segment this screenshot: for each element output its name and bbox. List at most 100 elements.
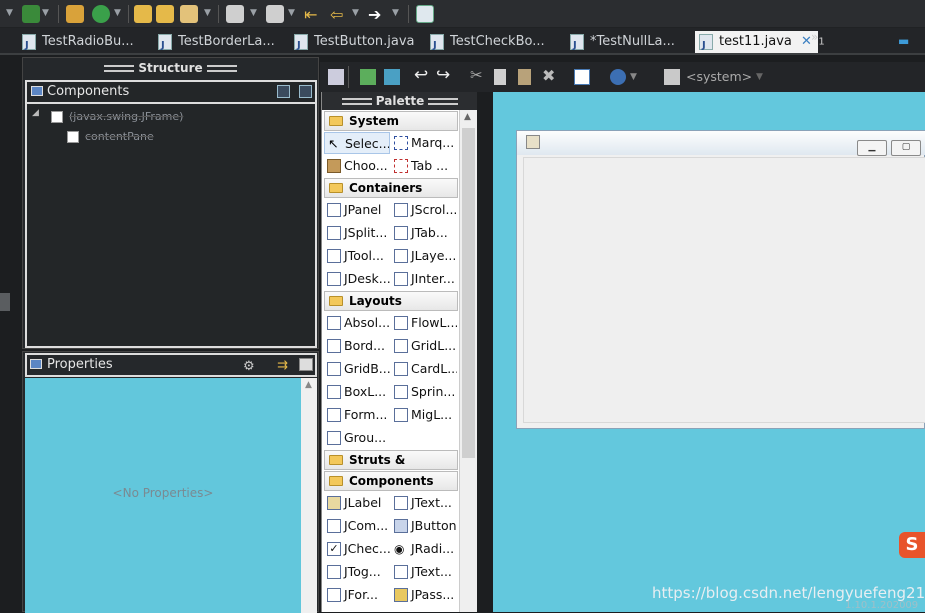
palette-item-flowlayout[interactable]: FlowL... xyxy=(391,312,457,334)
palette-item-gridbaglayout[interactable]: GridB... xyxy=(324,358,390,380)
show-events-icon[interactable]: ⚙ xyxy=(243,357,255,377)
palette-scrollbar[interactable]: ▲ xyxy=(459,110,477,612)
palette-item-jbutton[interactable]: JButton xyxy=(391,515,457,537)
look-and-feel-icon[interactable] xyxy=(664,69,680,85)
palette-item-absolute-layout[interactable]: Absol... xyxy=(324,312,390,334)
palette-category-components[interactable]: Components xyxy=(324,471,458,491)
back-history-icon[interactable]: ⇤ xyxy=(304,5,322,24)
palette-item-jlabel[interactable]: JLabel xyxy=(324,492,390,514)
palette-item-jtogglebutton[interactable]: JTog... xyxy=(324,561,390,583)
chevron-down-icon[interactable]: ▼ xyxy=(42,8,49,18)
properties-scrollbar[interactable]: ▲ xyxy=(301,378,317,613)
tree-item-jframe[interactable]: (javax.swing.JFrame) xyxy=(69,108,183,126)
tree-item-contentpane[interactable]: contentPane xyxy=(85,128,154,146)
tab-test11[interactable]: test11.java ✕ xyxy=(695,31,818,57)
generate-code-icon[interactable] xyxy=(360,69,376,85)
brush-icon[interactable] xyxy=(180,5,198,23)
refresh-icon[interactable] xyxy=(92,5,110,23)
tab-testnulllayout[interactable]: *TestNullLa... xyxy=(566,31,675,57)
scrollbar-thumb[interactable] xyxy=(462,128,475,458)
palette-item-jradiobutton[interactable]: ◉ JRadi... xyxy=(391,538,457,560)
palette-item-miglayout[interactable]: MigL... xyxy=(391,404,457,426)
open-project-icon[interactable] xyxy=(156,5,174,23)
palette-category-containers[interactable]: Containers xyxy=(324,178,458,198)
chevron-down-icon[interactable]: ▼ xyxy=(352,8,359,18)
palette-category-layouts[interactable]: Layouts xyxy=(324,291,458,311)
palette-item-springlayout[interactable]: Sprin... xyxy=(391,381,457,403)
palette-item-choose-component[interactable]: Choo... xyxy=(324,155,390,177)
palette-item-jformattedtextfield[interactable]: JFor... xyxy=(324,584,390,606)
palette-item-jdesktoppane[interactable]: JDesk... xyxy=(324,268,390,290)
palette-item-formlayout[interactable]: Form... xyxy=(324,404,390,426)
content-pane[interactable] xyxy=(523,157,925,423)
palette-item-cardlayout[interactable]: CardL... xyxy=(391,358,457,380)
reparse-icon[interactable] xyxy=(384,69,400,85)
jframe-preview[interactable]: ▁ ▢ xyxy=(516,130,925,429)
test-preview-icon[interactable] xyxy=(574,69,590,85)
chevron-down-icon[interactable]: ▼ xyxy=(6,8,13,18)
ime-icon[interactable]: S xyxy=(899,532,925,558)
import-icon[interactable] xyxy=(226,5,244,23)
collapsed-view-handle[interactable] xyxy=(0,293,10,311)
palette-item-jtabbedpane[interactable]: JTab... xyxy=(391,222,457,244)
palette-item-jcombobox[interactable]: JCom... xyxy=(324,515,390,537)
terminal-icon[interactable] xyxy=(416,5,434,23)
chevron-down-icon[interactable]: ▼ xyxy=(392,8,399,18)
palette-item-jsplitpane[interactable]: JSplit... xyxy=(324,222,390,244)
scroll-up-icon[interactable]: ▲ xyxy=(464,112,471,122)
test-gui-icon[interactable] xyxy=(328,69,344,85)
chevron-down-icon[interactable]: ▼ xyxy=(250,8,257,18)
palette-item-jpanel[interactable]: JPanel xyxy=(324,199,390,221)
palette-item-jpasswordfield[interactable]: JPass... xyxy=(391,584,457,606)
chevron-down-icon[interactable]: ▼ xyxy=(630,72,637,82)
tree-collapse-icon[interactable]: ◢ xyxy=(32,108,39,118)
palette-item-marquee[interactable]: Marq... xyxy=(391,132,457,154)
palette-item-jcheckbox[interactable]: ✓ JChec... xyxy=(324,538,390,560)
chevron-down-icon[interactable]: ▼ xyxy=(756,72,763,82)
palette-item-jtextarea[interactable]: JText... xyxy=(391,561,457,583)
redo-icon[interactable]: ↪ xyxy=(436,65,452,85)
tab-testborderlayout[interactable]: TestBorderLa... xyxy=(154,31,275,57)
collapse-all-icon[interactable] xyxy=(299,85,312,98)
scroll-up-icon[interactable]: ▲ xyxy=(305,380,312,390)
goto-definition-icon[interactable]: ⇉ xyxy=(277,356,288,376)
palette-item-jlayeredpane[interactable]: JLaye... xyxy=(391,245,457,267)
palette-item-jinternalframe[interactable]: JInter... xyxy=(391,268,457,290)
globe-icon[interactable] xyxy=(610,69,626,85)
palette-item-jtextfield[interactable]: JText... xyxy=(391,492,457,514)
debug-icon[interactable] xyxy=(22,5,40,23)
palette-header[interactable]: Palette xyxy=(322,92,478,110)
undo-icon[interactable]: ↩ xyxy=(414,65,430,85)
advanced-properties-icon[interactable] xyxy=(299,358,313,371)
build-icon[interactable] xyxy=(66,5,84,23)
design-canvas[interactable]: ▁ ▢ xyxy=(493,92,925,612)
palette-item-borderlayout[interactable]: Bord... xyxy=(324,335,390,357)
chevron-down-icon[interactable]: ▼ xyxy=(114,8,121,18)
palette-item-jscrollpane[interactable]: JScrol... xyxy=(391,199,457,221)
minimize-icon[interactable]: ▬ xyxy=(898,34,909,48)
tab-testradiobutton[interactable]: TestRadioBu... xyxy=(18,31,134,57)
look-and-feel-select[interactable]: <system> xyxy=(686,69,752,84)
minimize-button[interactable]: ▁ xyxy=(857,140,887,156)
structure-header[interactable]: Structure xyxy=(23,58,318,78)
palette-item-gridlayout[interactable]: GridL... xyxy=(391,335,457,357)
export-icon[interactable] xyxy=(266,5,284,23)
back-icon[interactable]: ⇦ xyxy=(330,5,348,24)
forward-icon[interactable]: ➔ xyxy=(368,5,386,24)
palette-item-boxlayout[interactable]: BoxL... xyxy=(324,381,390,403)
palette-splitter[interactable] xyxy=(477,92,493,612)
cut-icon[interactable]: ✂ xyxy=(470,66,486,84)
palette-category-system[interactable]: System xyxy=(324,111,458,131)
palette-item-selection[interactable]: ↖ Selec... xyxy=(324,132,390,154)
expand-all-icon[interactable] xyxy=(277,85,290,98)
open-folder-icon[interactable] xyxy=(134,5,152,23)
tab-testcheckbox[interactable]: TestCheckBo... xyxy=(426,31,545,57)
copy-icon[interactable] xyxy=(494,69,506,85)
tab-testbutton[interactable]: TestButton.java xyxy=(290,31,415,57)
paste-icon[interactable] xyxy=(518,69,531,85)
palette-item-jtoolbar[interactable]: JTool... xyxy=(324,245,390,267)
palette-item-grouplayout[interactable]: Grou... xyxy=(324,427,390,449)
palette-item-tab-order[interactable]: Tab ... xyxy=(391,155,457,177)
maximize-button[interactable]: ▢ xyxy=(891,140,921,156)
delete-icon[interactable]: ✖ xyxy=(542,66,558,85)
